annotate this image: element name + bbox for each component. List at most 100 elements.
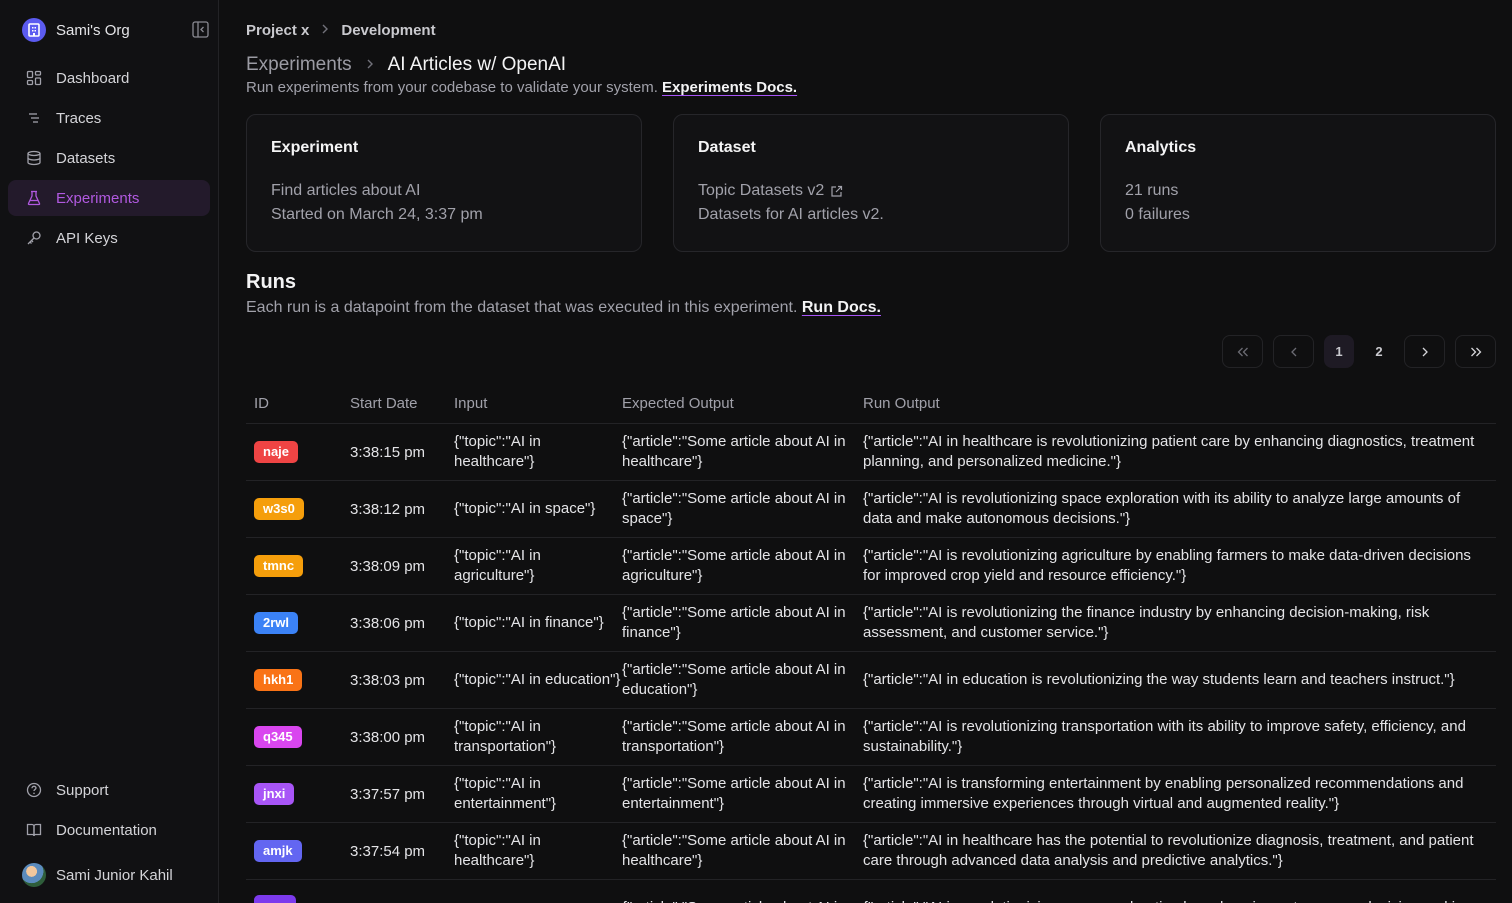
start-date-cell: 3:37:57 pm: [350, 785, 426, 803]
experiments-docs-link[interactable]: Experiments Docs.: [662, 79, 797, 96]
prev-page-button[interactable]: [1273, 335, 1314, 368]
run-id-badge[interactable]: w3s0: [254, 498, 304, 520]
table-row[interactable]: naje 3:38:15 pm {"topic":"AI in healthcare…: [246, 424, 1496, 481]
run-id-cell: q345: [246, 726, 350, 748]
next-page-button[interactable]: [1404, 335, 1445, 368]
sidebar-nav: Dashboard Traces Datasets Experiments AP…: [8, 60, 210, 260]
table-row[interactable]: amjk 3:37:54 pm {"topic":"AI in healthcare…: [246, 823, 1496, 880]
sidebar-item-datasets[interactable]: Datasets: [8, 140, 210, 176]
chevrons-right-icon: [1470, 347, 1481, 356]
breadcrumb-project[interactable]: Project x: [246, 22, 309, 39]
sidebar-item-support[interactable]: Support: [8, 772, 210, 808]
table-row[interactable]: {"article":"Some article about AI in{"ar…: [246, 880, 1496, 903]
runs-subtitle: Each run is a datapoint from the dataset…: [246, 299, 881, 317]
run-output-cell: {"article":"AI is revolutionizing transp…: [863, 718, 1466, 755]
run-docs-link[interactable]: Run Docs.: [802, 299, 881, 316]
chevron-right-icon: [1422, 347, 1428, 356]
org-switcher[interactable]: Sami's Org: [22, 18, 130, 42]
org-logo-icon: [22, 18, 46, 42]
sidebar-item-label: API Keys: [56, 229, 118, 247]
page-1-button[interactable]: 1: [1324, 335, 1354, 368]
table-row[interactable]: q345 3:38:00 pm {"topic":"AI in transporta…: [246, 709, 1496, 766]
chevron-left-icon: [1290, 347, 1296, 356]
table-row[interactable]: hkh1 3:38:03 pm {"topic":"AI in education"…: [246, 652, 1496, 709]
column-header-start-date[interactable]: Start Date: [350, 395, 454, 412]
chevron-right-icon: [366, 54, 374, 76]
run-id-cell: 2rwl: [246, 612, 350, 634]
dataset-link[interactable]: Topic Datasets v2: [698, 179, 1044, 203]
page-subtitle-text: Run experiments from your codebase to va…: [246, 79, 658, 96]
input-cell: {"topic":"AI in healthcare"}: [454, 433, 541, 470]
summary-cards: Experiment Find articles about AI Starte…: [246, 114, 1496, 252]
input-cell: {"topic":"AI in agriculture"}: [454, 547, 541, 584]
avatar: [22, 863, 46, 887]
card-title: Experiment: [271, 139, 359, 156]
sidebar-item-traces[interactable]: Traces: [8, 100, 210, 136]
help-icon: [26, 782, 42, 798]
run-id-cell: amjk: [246, 840, 350, 862]
run-id-cell: jnxi: [246, 783, 350, 805]
last-page-button[interactable]: [1455, 335, 1496, 368]
run-id-cell: w3s0: [246, 498, 350, 520]
page-title: AI Articles w/ OpenAI: [387, 54, 567, 75]
sidebar-item-dashboard[interactable]: Dashboard: [8, 60, 210, 96]
run-id-badge[interactable]: hkh1: [254, 669, 303, 691]
column-header-run-output[interactable]: Run Output: [863, 394, 1488, 414]
first-page-button[interactable]: [1222, 335, 1263, 368]
breadcrumb-environment[interactable]: Development: [341, 22, 435, 39]
collapse-sidebar-icon[interactable]: [192, 21, 209, 38]
table-row[interactable]: 2rwl 3:38:06 pm {"topic":"AI in finance"} {…: [246, 595, 1496, 652]
dataset-card: Dataset Topic Datasets v2 Datasets for A…: [673, 114, 1069, 252]
run-output-cell: {"article":"AI is transforming entertain…: [863, 775, 1464, 812]
page-2-button[interactable]: 2: [1364, 335, 1394, 368]
column-header-id[interactable]: ID: [246, 395, 350, 412]
user-menu[interactable]: Sami Junior Kahil: [22, 862, 173, 888]
run-id-cell: hkh1: [246, 669, 350, 691]
key-icon: [27, 231, 41, 245]
breadcrumb-experiments-link[interactable]: Experiments: [246, 54, 352, 76]
database-icon: [27, 150, 41, 166]
expected-output-cell: {"article":"Some article about AI in agr…: [622, 547, 846, 584]
user-name: Sami Junior Kahil: [56, 866, 173, 884]
dataset-name: Topic Datasets v2: [698, 182, 825, 199]
input-cell: {"topic":"AI in space"}: [454, 500, 596, 517]
run-output-cell: {"article":"AI in healthcare is revoluti…: [863, 433, 1475, 470]
expected-output-cell: {"article":"Some article about AI in hea…: [622, 832, 846, 869]
page-breadcrumb: Experiments AI Articles w/ OpenAI: [246, 53, 566, 77]
run-id-badge[interactable]: [254, 895, 296, 903]
expected-output-cell: {"article":"Some article about AI in ent…: [622, 775, 846, 812]
sidebar-item-label: Experiments: [56, 189, 140, 207]
run-id-badge[interactable]: q345: [254, 726, 302, 748]
run-output-cell: {"article":"AI is revolutionizing agricu…: [863, 547, 1471, 584]
start-date-cell: 3:38:03 pm: [350, 671, 426, 689]
flask-icon: [27, 190, 41, 206]
table-row[interactable]: tmnc 3:38:09 pm {"topic":"AI in agricultur…: [246, 538, 1496, 595]
column-header-input[interactable]: Input: [454, 394, 622, 414]
run-id-badge[interactable]: amjk: [254, 840, 302, 862]
run-output-cell: {"article":"AI is revolutionizing the fi…: [863, 604, 1430, 641]
column-header-expected-output[interactable]: Expected Output: [622, 394, 863, 414]
sidebar-item-label: Documentation: [56, 821, 157, 839]
experiment-name: Find articles about AI: [271, 182, 421, 199]
sidebar-item-experiments[interactable]: Experiments: [8, 180, 210, 216]
page-subtitle: Run experiments from your codebase to va…: [246, 79, 797, 96]
external-link-icon: [831, 185, 843, 197]
runs-table: ID Start Date Input Expected Output Run …: [246, 384, 1496, 903]
sidebar-item-api-keys[interactable]: API Keys: [8, 220, 210, 256]
run-id-badge[interactable]: jnxi: [254, 783, 295, 805]
run-id-badge[interactable]: tmnc: [254, 555, 304, 577]
run-id-badge[interactable]: 2rwl: [254, 612, 299, 634]
start-date-cell: 3:38:06 pm: [350, 614, 426, 632]
sidebar-item-documentation[interactable]: Documentation: [8, 812, 210, 848]
analytics-card: Analytics 21 runs 0 failures: [1100, 114, 1496, 252]
card-title: Analytics: [1125, 139, 1197, 156]
book-icon: [26, 823, 42, 837]
table-row[interactable]: w3s0 3:38:12 pm {"topic":"AI in space"} {"a…: [246, 481, 1496, 538]
sidebar: Sami's Org Dashboard Traces Datasets Exp…: [0, 0, 219, 903]
expected-output-cell: {"article":"Some article about AI in spa…: [622, 490, 846, 527]
expected-output-cell: {"article":"Some article about AI in: [622, 898, 863, 903]
run-id-badge[interactable]: naje: [254, 441, 299, 463]
experiment-started: Started on March 24, 3:37 pm: [271, 206, 483, 223]
experiment-card: Experiment Find articles about AI Starte…: [246, 114, 642, 252]
table-row[interactable]: jnxi 3:37:57 pm {"topic":"AI in entertainm…: [246, 766, 1496, 823]
